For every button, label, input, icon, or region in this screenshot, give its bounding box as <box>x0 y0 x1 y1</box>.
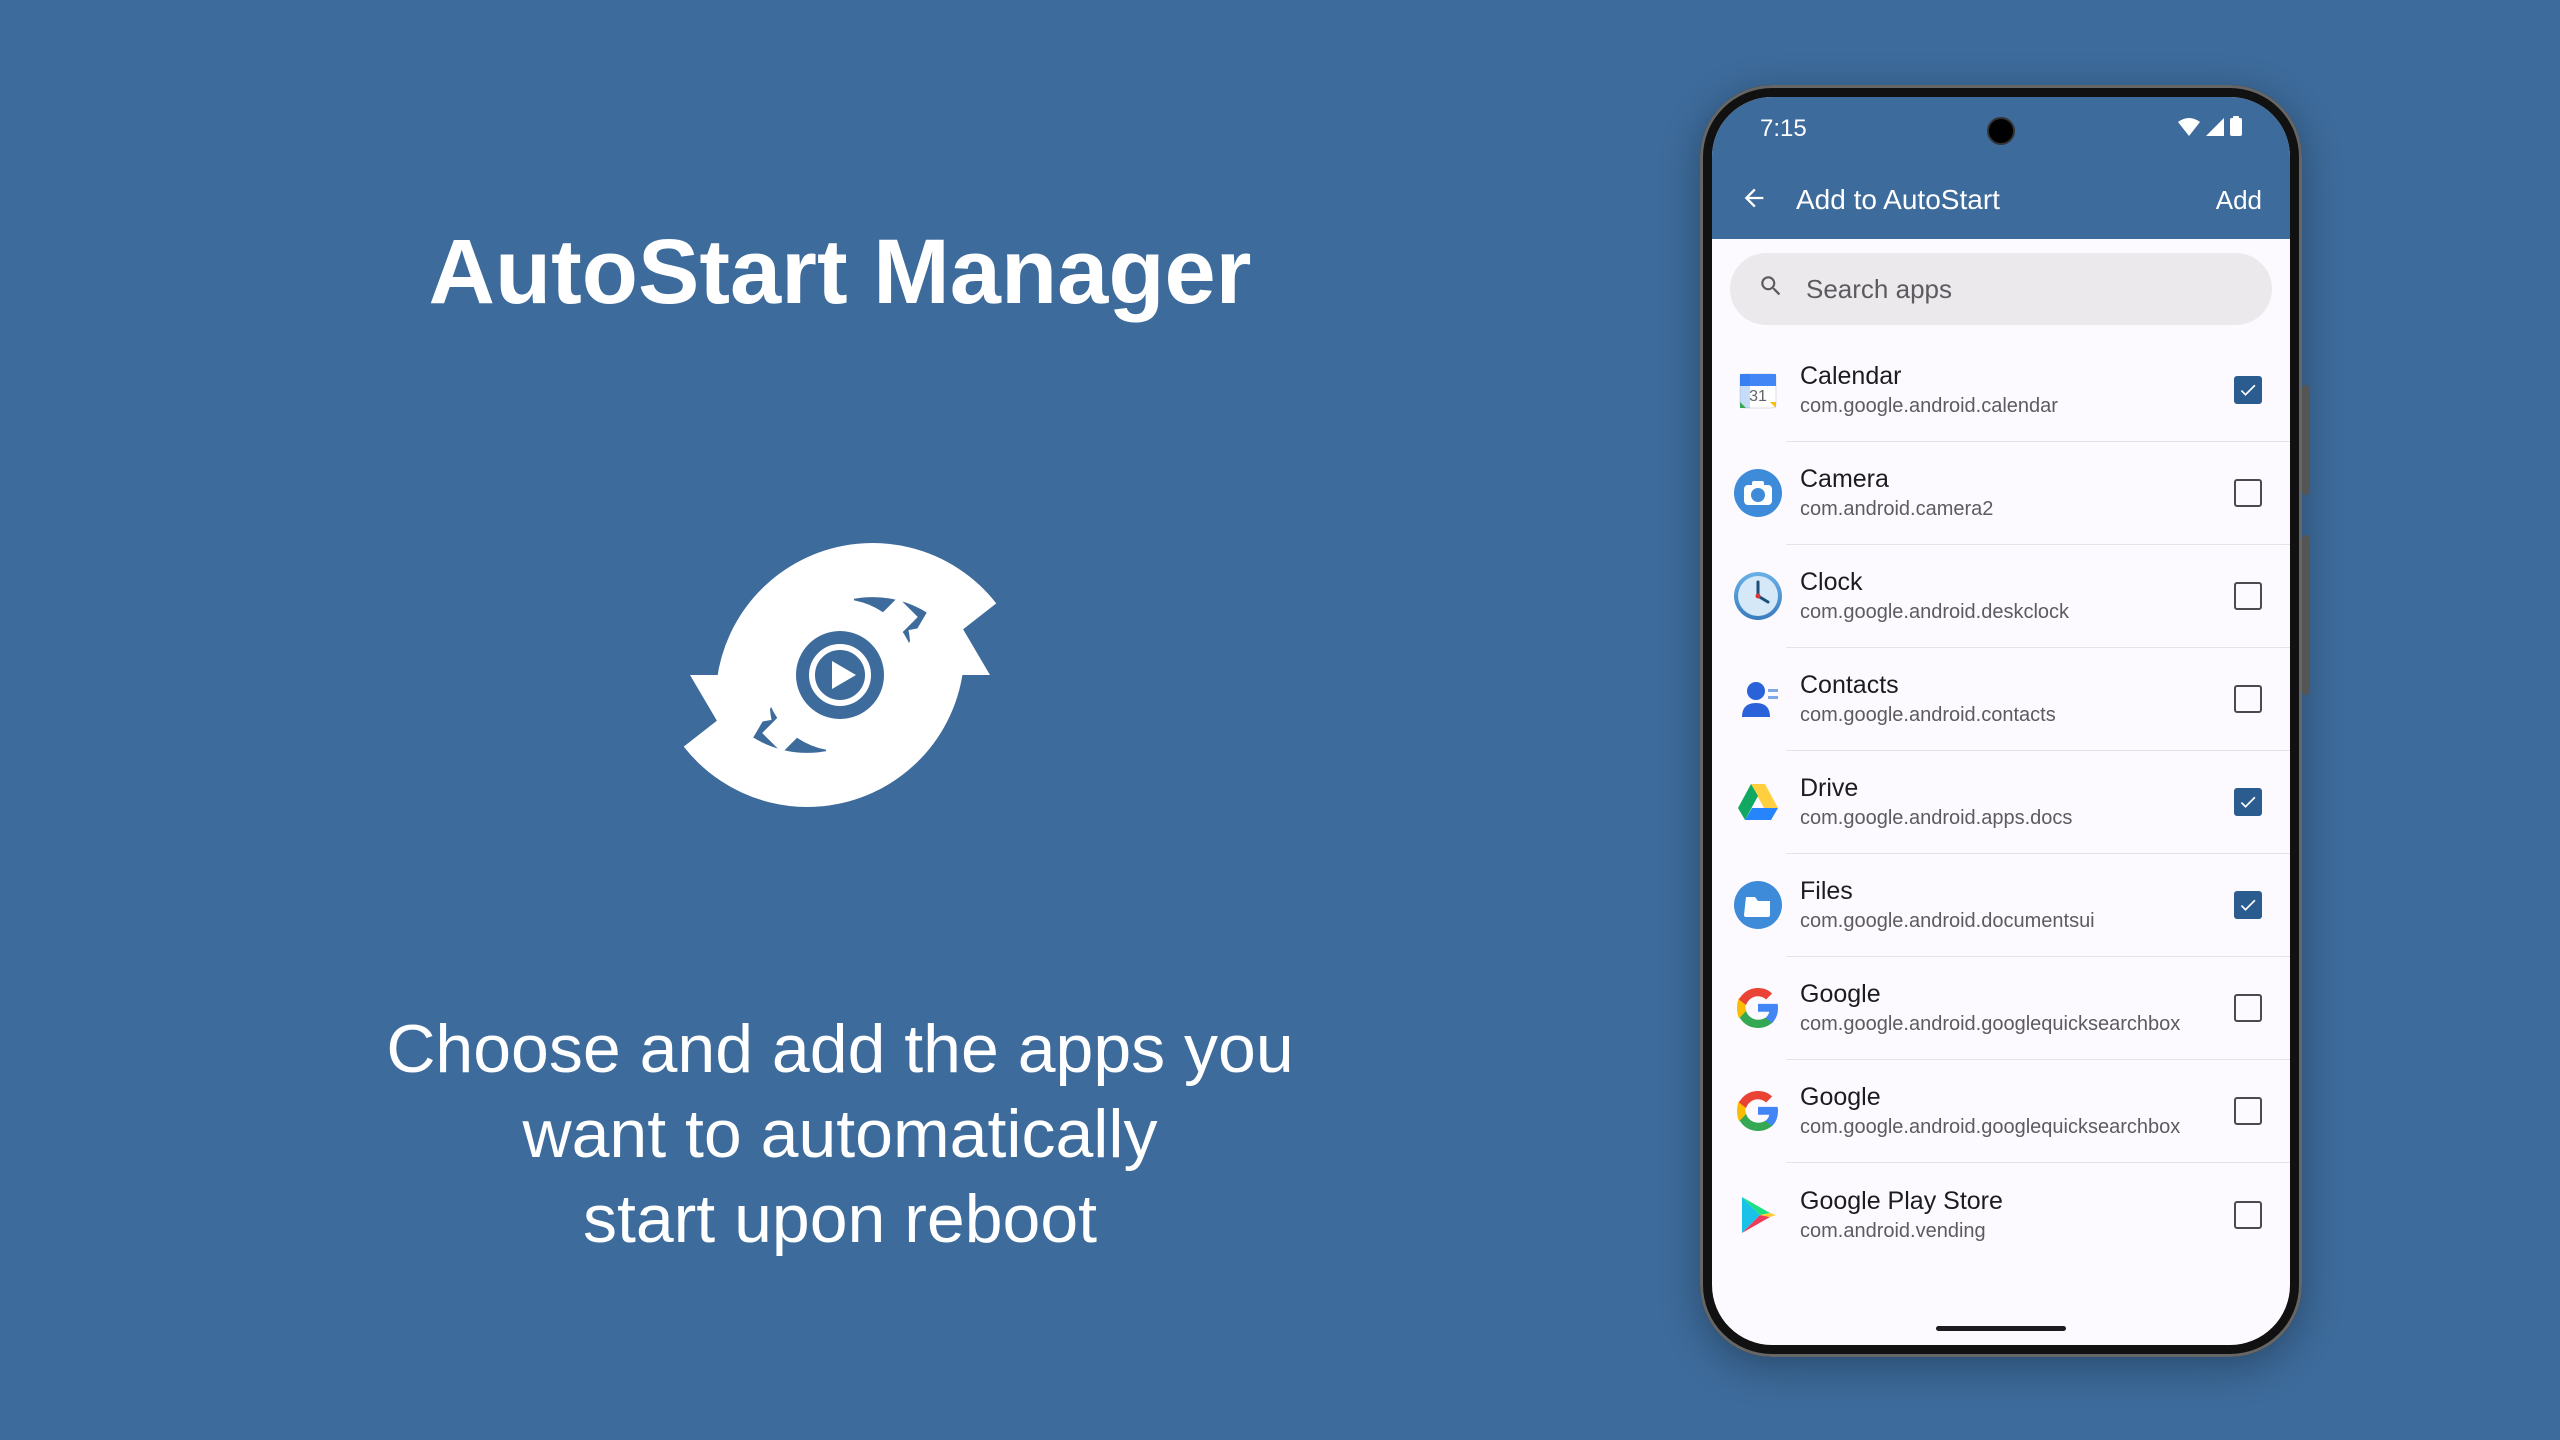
app-checkbox[interactable] <box>2234 1201 2262 1229</box>
app-icon-contacts <box>1734 675 1782 723</box>
app-icon-camera <box>1734 469 1782 517</box>
app-row[interactable]: Camera com.android.camera2 <box>1786 442 2290 545</box>
app-row[interactable]: 31Calendarcom.google.android.calendar <box>1786 339 2290 442</box>
app-checkbox[interactable] <box>2234 1097 2262 1125</box>
app-checkbox[interactable] <box>2234 994 2262 1022</box>
app-checkbox[interactable] <box>2234 685 2262 713</box>
app-icon-drive <box>1734 778 1782 826</box>
search-placeholder: Search apps <box>1806 274 1952 305</box>
app-package: com.android.vending <box>1800 1220 2234 1243</box>
app-icon-play <box>1734 1191 1782 1239</box>
app-name: Files <box>1800 877 2234 906</box>
app-package: com.google.android.documentsui <box>1800 910 2234 933</box>
app-icon-google <box>1734 1087 1782 1135</box>
app-name: Google <box>1800 1083 2234 1112</box>
battery-icon <box>2230 115 2242 143</box>
app-row[interactable]: Google com.google.android.googlequicksear… <box>1786 1060 2290 1163</box>
subtitle-line: want to automatically <box>386 1092 1293 1177</box>
search-icon <box>1758 273 1784 306</box>
search-input[interactable]: Search apps <box>1730 253 2272 325</box>
app-package: com.google.android.googlequicksearchbox <box>1800 1116 2234 1139</box>
app-row[interactable]: Google com.google.android.googlequicksear… <box>1786 957 2290 1060</box>
app-row[interactable]: Drive com.google.android.apps.docs <box>1786 751 2290 854</box>
app-checkbox[interactable] <box>2234 788 2262 816</box>
signal-icon <box>2206 115 2224 143</box>
statusbar-time: 7:15 <box>1760 115 1807 143</box>
wifi-icon <box>2178 115 2200 143</box>
appbar-title: Add to AutoStart <box>1796 184 2188 216</box>
app-icon-calendar: 31 <box>1734 366 1782 414</box>
app-logo-icon <box>595 480 1085 875</box>
app-icon-clock <box>1734 572 1782 620</box>
app-checkbox[interactable] <box>2234 582 2262 610</box>
app-package: com.google.android.googlequicksearchbox <box>1800 1013 2234 1036</box>
app-checkbox[interactable] <box>2234 376 2262 404</box>
app-package: com.google.android.contacts <box>1800 704 2234 727</box>
app-row[interactable]: Clock com.google.android.deskclock <box>1786 545 2290 648</box>
app-package: com.google.android.calendar <box>1800 395 2234 418</box>
camera-punch-hole <box>1987 117 2015 145</box>
marketing-title: AutoStart Manager <box>429 220 1252 325</box>
app-icon-google <box>1734 984 1782 1032</box>
app-name: Google Play Store <box>1800 1187 2234 1216</box>
app-name: Contacts <box>1800 671 2234 700</box>
svg-text:31: 31 <box>1749 388 1767 405</box>
app-name: Calendar <box>1800 362 2234 391</box>
add-button[interactable]: Add <box>2216 185 2262 216</box>
phone-power-button <box>2302 385 2310 495</box>
subtitle-line: start upon reboot <box>386 1177 1293 1262</box>
app-checkbox[interactable] <box>2234 891 2262 919</box>
app-name: Google <box>1800 980 2234 1009</box>
app-checkbox[interactable] <box>2234 479 2262 507</box>
app-package: com.google.android.deskclock <box>1800 601 2234 624</box>
app-icon-files <box>1734 881 1782 929</box>
app-name: Camera <box>1800 465 2234 494</box>
app-row[interactable]: Contacts com.google.android.contacts <box>1786 648 2290 751</box>
phone-frame: 7:15 Add to AutoStart Add <box>1700 85 2302 1357</box>
marketing-subtitle: Choose and add the apps you want to auto… <box>386 1007 1293 1262</box>
app-row[interactable]: Google Play Store com.android.vending <box>1786 1163 2290 1266</box>
back-icon[interactable] <box>1740 184 1768 217</box>
phone-volume-button <box>2302 535 2310 695</box>
app-package: com.android.camera2 <box>1800 498 2234 521</box>
app-package: com.google.android.apps.docs <box>1800 807 2234 830</box>
app-row[interactable]: Files com.google.android.documentsui <box>1786 854 2290 957</box>
appbar: Add to AutoStart Add <box>1712 161 2290 239</box>
subtitle-line: Choose and add the apps you <box>386 1007 1293 1092</box>
app-name: Drive <box>1800 774 2234 803</box>
app-name: Clock <box>1800 568 2234 597</box>
navigation-handle[interactable] <box>1936 1326 2066 1331</box>
